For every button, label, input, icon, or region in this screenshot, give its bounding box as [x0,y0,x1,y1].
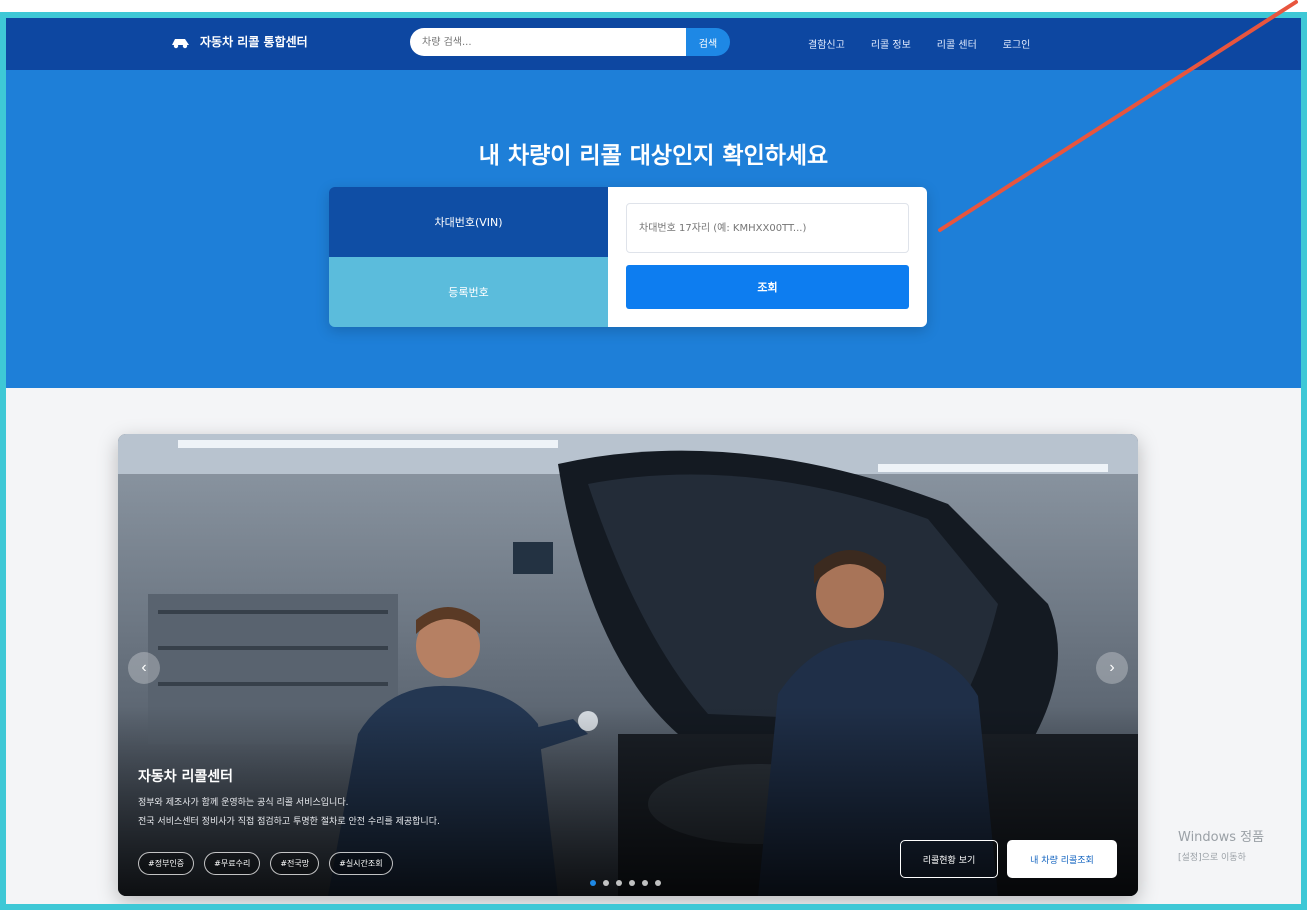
my-vehicle-recall-button[interactable]: 내 차량 리콜조회 [1007,840,1117,878]
nav-link-recall-info[interactable]: 리콜 정보 [871,36,911,51]
carousel-prev-button[interactable]: ‹ [128,652,160,684]
hero-carousel: ‹ › 자동차 리콜센터 정부와 제조사가 함께 운영하는 공식 리콜 서비스입… [118,434,1138,896]
site-name: 자동차 리콜 통합센터 [200,35,308,49]
tag-chip[interactable]: #실시간조회 [329,852,393,875]
car-icon [172,38,189,48]
carousel-dot[interactable] [642,880,648,886]
lookup-form: 조회 [608,187,927,327]
chevron-left-icon: ‹ [141,659,147,676]
chevron-right-icon: › [1109,659,1115,676]
watermark-line-2: [설정]으로 이동하 [1178,853,1246,863]
lookup-button[interactable]: 조회 [626,265,909,309]
search-input[interactable] [410,28,686,56]
slide-description: 정부와 제조사가 함께 운영하는 공식 리콜 서비스입니다. 전국 서비스센터 … [138,794,440,832]
search-button[interactable]: 검색 [686,28,730,56]
recall-lookup-card: 차대번호(VIN) 등록번호 조회 [329,187,927,327]
recall-status-button[interactable]: 리콜현황 보기 [900,840,998,878]
tag-chip[interactable]: #전국망 [270,852,320,875]
tab-vin[interactable]: 차대번호(VIN) [329,187,608,257]
windows-activation-watermark: Windows 정품 [설정]으로 이동하 [1178,828,1264,868]
carousel-dot[interactable] [629,880,635,886]
carousel-next-button[interactable]: › [1096,652,1128,684]
slide-description-line-2: 전국 서비스센터 정비사가 직접 점검하고 투명한 절차로 안전 수리를 제공합… [138,817,440,827]
hero-title: 내 차량이 리콜 대상인지 확인하세요 [478,143,829,169]
watermark-line-1: Windows 정품 [1178,830,1265,845]
tag-chip[interactable]: #무료수리 [204,852,261,875]
tag-chip[interactable]: #정부인증 [138,852,195,875]
slide-description-line-1: 정부와 제조사가 함께 운영하는 공식 리콜 서비스입니다. [138,798,349,808]
top-navigation: 자동차 리콜 통합센터 검색 결함신고 리콜 정보 리콜 센터 로그인 [6,18,1301,70]
carousel-dot[interactable] [590,880,596,886]
browser-viewport: 자동차 리콜 통합센터 검색 결함신고 리콜 정보 리콜 센터 로그인 내 차량… [0,12,1307,910]
vin-input[interactable] [626,203,909,253]
nav-link-login[interactable]: 로그인 [1003,36,1031,51]
slide-tags: #정부인증 #무료수리 #전국망 #실시간조회 [138,852,393,875]
slide-title: 자동차 리콜센터 [138,769,234,785]
lookup-tabs: 차대번호(VIN) 등록번호 [329,187,608,327]
carousel-indicators [590,880,661,886]
header-search: 검색 [410,28,730,56]
carousel-dot[interactable] [655,880,661,886]
site-logo[interactable]: 자동차 리콜 통합센터 [170,33,308,50]
hero-section: 내 차량이 리콜 대상인지 확인하세요 차대번호(VIN) 등록번호 조회 [6,70,1301,388]
nav-link-report[interactable]: 결함신고 [808,36,845,51]
carousel-dot[interactable] [603,880,609,886]
main-menu: 결함신고 리콜 정보 리콜 센터 로그인 [808,36,1030,51]
carousel-dot[interactable] [616,880,622,886]
tab-plate-number[interactable]: 등록번호 [329,257,608,327]
nav-link-recall-center[interactable]: 리콜 센터 [937,36,977,51]
